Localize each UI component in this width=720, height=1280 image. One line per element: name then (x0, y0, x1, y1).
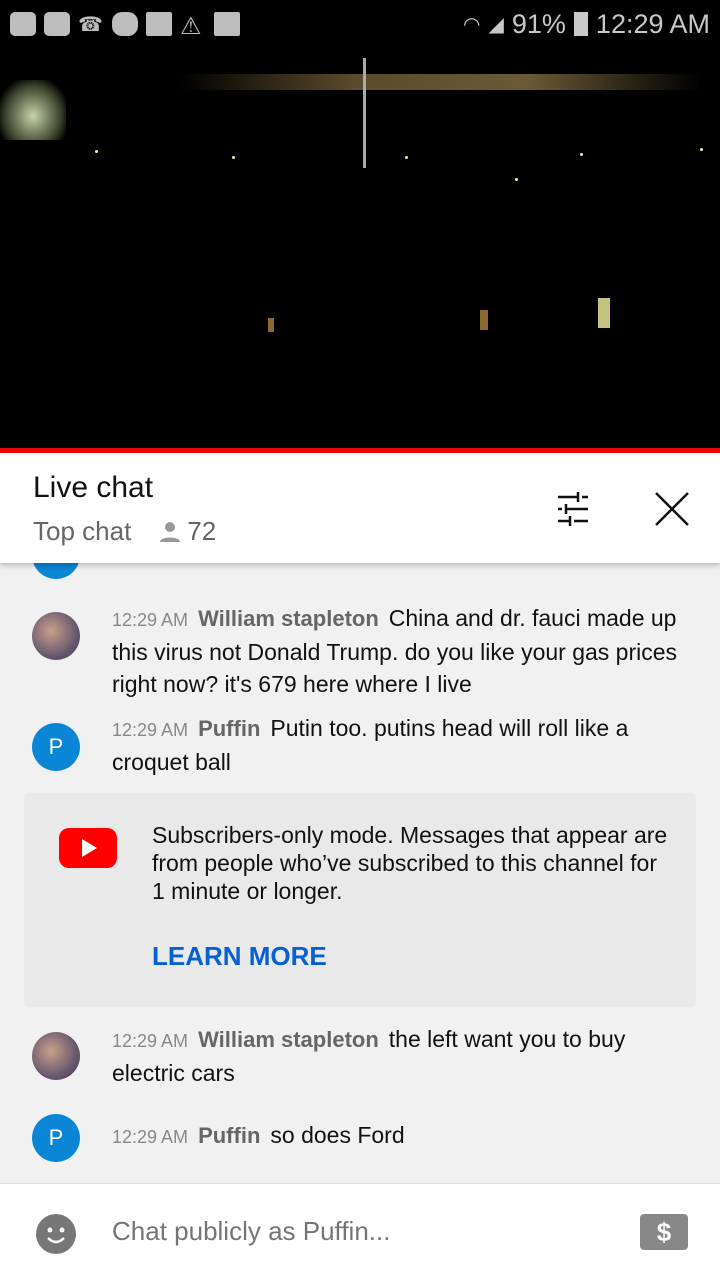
chat-input[interactable] (112, 1216, 592, 1247)
super-chat-button[interactable]: $ (640, 1214, 688, 1250)
missed-call-icon: ☎ (78, 14, 103, 36)
chat-title: Live chat (33, 471, 154, 504)
youtube-icon (10, 12, 36, 36)
warning-icon: ⚠ (180, 13, 202, 40)
message-time: 12:29 AM (112, 610, 189, 630)
folder-icon (146, 12, 172, 36)
battery-percent: 91% (511, 8, 566, 39)
avatar: P (32, 1114, 80, 1162)
message-author[interactable]: William stapleton (198, 1027, 379, 1052)
avatar (32, 563, 80, 579)
m-app-icon (112, 12, 138, 36)
chat-mode-selector[interactable]: Top chat 72 (33, 516, 216, 547)
avatar (32, 612, 80, 660)
close-icon[interactable] (648, 485, 696, 533)
status-bar: ☎ ⚠ ◠ ◢ 91% 12:29 AM (0, 0, 720, 48)
person-icon (160, 521, 181, 542)
video-player[interactable] (0, 48, 720, 450)
video-window (480, 310, 488, 330)
banner-text: Subscribers-only mode. Messages that app… (152, 822, 668, 904)
youtube-icon (44, 12, 70, 36)
message-time: 12:29 AM (112, 1127, 189, 1147)
chat-mode-label: Top chat (33, 516, 132, 546)
signal-icon: ◢ (488, 13, 504, 36)
subscribers-only-banner: Subscribers-only mode. Messages that app… (24, 793, 696, 1007)
video-window (268, 318, 274, 332)
video-skyline (180, 74, 700, 90)
avatar: P (32, 723, 80, 771)
message-text: so does Ford (270, 1122, 405, 1148)
learn-more-link[interactable]: LEARN MORE (152, 941, 327, 972)
image-icon (214, 12, 240, 36)
message-text: Putin too. putins head will roll like a … (112, 715, 629, 775)
viewer-count: 72 (187, 516, 217, 546)
chat-input-bar: $ (0, 1183, 720, 1280)
message-author[interactable]: Puffin (198, 1123, 260, 1148)
avatar (32, 1032, 80, 1080)
message-author[interactable]: Puffin (198, 716, 260, 741)
message-time: 12:29 AM (112, 1031, 189, 1051)
video-building (0, 80, 66, 140)
live-chat-header: Live chat Top chat 72 (0, 453, 720, 563)
battery-icon (573, 12, 588, 36)
youtube-logo-icon (59, 828, 117, 868)
chat-list[interactable]: 12:29 AM William stapleton China and dr. f… (0, 563, 720, 1183)
wifi-icon: ◠ (463, 13, 481, 36)
filter-icon[interactable] (552, 485, 600, 533)
message-author[interactable]: William stapleton (198, 606, 379, 631)
video-window (598, 298, 610, 328)
message-text: China and dr. fauci made up this virus n… (112, 605, 678, 697)
video-flagpole (363, 58, 366, 168)
clock: 12:29 AM (595, 8, 710, 39)
emoji-icon[interactable] (36, 1214, 76, 1254)
message-time: 12:29 AM (112, 720, 189, 740)
